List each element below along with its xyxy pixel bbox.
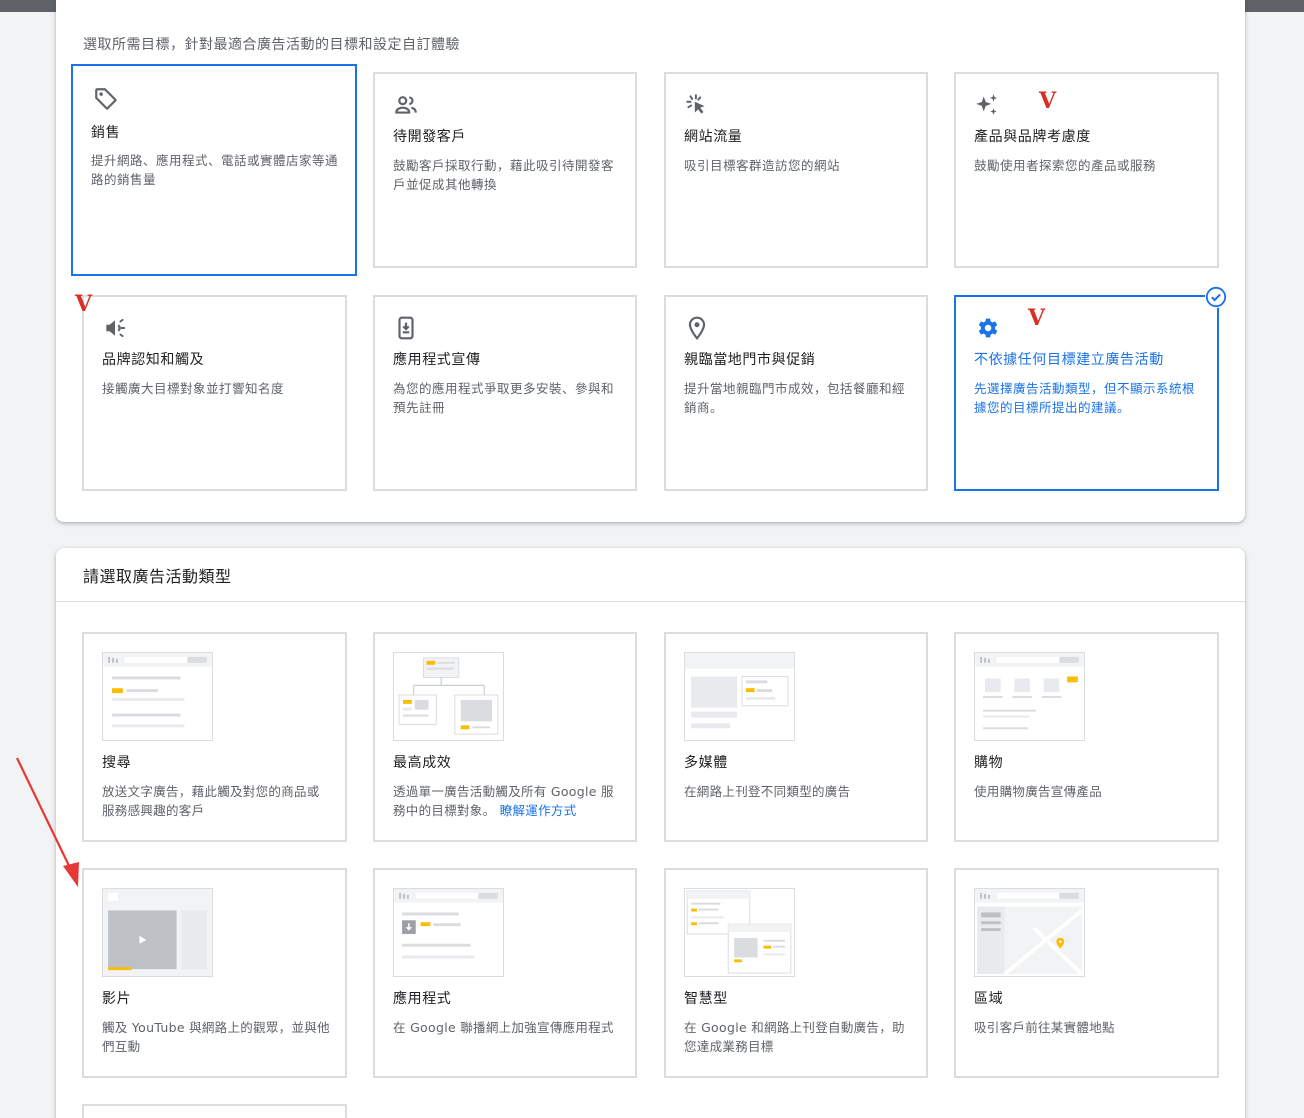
type-card-video[interactable]: 影片 觸及 YouTube 與網路上的觀眾，並與他們互動 bbox=[82, 868, 347, 1078]
goal-desc: 鼓勵客戶採取行動，藉此吸引待開發客戶並促成其他轉換 bbox=[393, 158, 615, 192]
tag-icon bbox=[95, 88, 117, 110]
learn-how-link[interactable]: 瞭解運作方式 bbox=[500, 803, 577, 818]
phone-download-icon bbox=[398, 316, 414, 340]
goal-caption: 選取所需目標，針對最適合廣告活動的目標和設定自訂體驗 bbox=[83, 37, 460, 53]
campaign-type-panel: 請選取廣告活動類型 搜尋 放送文字廣告，藉此觸及對您的商品或服務感興趣的客戶 最… bbox=[56, 548, 1245, 1118]
type-card-local[interactable]: 區域 吸引客戶前往某實體地點 bbox=[954, 868, 1219, 1078]
type-title: 購物 bbox=[974, 755, 1004, 771]
type-card-shopping[interactable]: 購物 使用購物廣告宣傳產品 bbox=[954, 632, 1219, 842]
goal-card-sales[interactable]: 銷售 提升網路、應用程式、電話或實體店家等通路的銷售量 bbox=[71, 64, 357, 276]
type-card-app[interactable]: 應用程式 在 Google 聯播網上加強宣傳應用程式 bbox=[373, 868, 637, 1078]
type-title: 搜尋 bbox=[102, 755, 132, 771]
gear-icon bbox=[978, 318, 998, 338]
type-title: 應用程式 bbox=[393, 991, 452, 1007]
goal-desc: 提升網路、應用程式、電話或實體店家等通路的銷售量 bbox=[91, 153, 339, 187]
goal-card-leads[interactable]: 待開發客戶 鼓勵客戶採取行動，藉此吸引待開發客戶並促成其他轉換 bbox=[373, 72, 637, 268]
goal-desc: 提升當地親臨門市成效，包括餐廳和經銷商。 bbox=[684, 381, 906, 415]
display-ad-illustration bbox=[684, 652, 795, 741]
type-title: 影片 bbox=[102, 991, 132, 1007]
check-circle-icon bbox=[1205, 286, 1227, 308]
shopping-ad-illustration bbox=[974, 652, 1085, 741]
goal-selection-panel: 選取所需目標，針對最適合廣告活動的目標和設定自訂體驗 銷售 提升網路、應用程式、… bbox=[56, 0, 1245, 522]
local-ad-illustration bbox=[974, 888, 1085, 977]
location-pin-icon bbox=[688, 316, 706, 340]
video-ad-illustration bbox=[102, 888, 213, 977]
type-title: 多媒體 bbox=[684, 755, 728, 771]
cursor-click-icon bbox=[686, 94, 705, 114]
goal-card-traffic[interactable]: 網站流量 吸引目標客群造訪您的網站 bbox=[664, 72, 928, 268]
goal-title: 應用程式宣傳 bbox=[393, 352, 481, 368]
goal-title: 品牌認知和觸及 bbox=[102, 352, 205, 368]
type-title: 智慧型 bbox=[684, 991, 728, 1007]
goal-card-local-store[interactable]: 親臨當地門市與促銷 提升當地親臨門市成效，包括餐廳和經銷商。 bbox=[664, 295, 928, 491]
goal-desc: 接觸廣大目標對象並打響知名度 bbox=[102, 381, 285, 396]
annotation-v-mark: V bbox=[75, 291, 93, 317]
people-icon bbox=[395, 96, 417, 114]
type-desc: 觸及 YouTube 與網路上的觀眾，並與他們互動 bbox=[102, 1020, 330, 1054]
goal-card-app-promotion[interactable]: 應用程式宣傳 為您的應用程式爭取更多安裝、參與和預先註冊 bbox=[373, 295, 637, 491]
panel-divider bbox=[56, 601, 1245, 602]
type-card-partial[interactable] bbox=[82, 1104, 347, 1118]
type-desc: 在 Google 聯播網上加強宣傳應用程式 bbox=[393, 1020, 614, 1035]
goal-desc: 為您的應用程式爭取更多安裝、參與和預先註冊 bbox=[393, 381, 615, 415]
megaphone-icon bbox=[106, 318, 126, 338]
type-desc: 透過單一廣告活動觸及所有 Google 服務中的目標對象。 瞭解運作方式 bbox=[393, 782, 621, 820]
goal-desc: 吸引目標客群造訪您的網站 bbox=[684, 158, 841, 173]
type-desc: 放送文字廣告，藉此觸及對您的商品或服務感興趣的客戶 bbox=[102, 784, 320, 818]
goal-card-consideration[interactable]: 產品與品牌考慮度 鼓勵使用者探索您的產品或服務 bbox=[954, 72, 1219, 268]
goal-title: 產品與品牌考慮度 bbox=[974, 129, 1091, 145]
goal-title: 待開發客戶 bbox=[393, 129, 466, 145]
goal-desc: 鼓勵使用者探索您的產品或服務 bbox=[974, 158, 1157, 173]
type-desc: 使用購物廣告宣傳產品 bbox=[974, 784, 1103, 799]
type-desc: 在網路上刊登不同類型的廣告 bbox=[684, 784, 851, 799]
annotation-arrow-icon bbox=[16, 757, 79, 887]
goal-title: 親臨當地門市與促銷 bbox=[684, 352, 816, 368]
performance-max-illustration bbox=[393, 652, 504, 741]
annotation-v-mark: V bbox=[1039, 88, 1057, 114]
goal-desc: 先選擇廣告活動類型，但不顯示系統根據您的目標所提出的建議。 bbox=[974, 381, 1196, 415]
campaign-type-title: 請選取廣告活動類型 bbox=[83, 567, 232, 586]
annotation-v-mark: V bbox=[1028, 305, 1046, 331]
goal-title: 銷售 bbox=[91, 125, 121, 141]
sparkle-icon bbox=[976, 94, 998, 115]
search-ad-illustration bbox=[102, 652, 213, 741]
smart-ad-illustration bbox=[684, 888, 795, 977]
goal-title: 不依據任何目標建立廣告活動 bbox=[974, 352, 1164, 368]
type-desc: 在 Google 和網路上刊登自動廣告，助您達成業務目標 bbox=[684, 1020, 905, 1054]
type-desc: 吸引客戶前往某實體地點 bbox=[974, 1020, 1115, 1035]
type-title: 區域 bbox=[974, 991, 1004, 1007]
type-card-display[interactable]: 多媒體 在網路上刊登不同類型的廣告 bbox=[664, 632, 928, 842]
type-card-smart[interactable]: 智慧型 在 Google 和網路上刊登自動廣告，助您達成業務目標 bbox=[664, 868, 928, 1078]
type-card-search[interactable]: 搜尋 放送文字廣告，藉此觸及對您的商品或服務感興趣的客戶 bbox=[82, 632, 347, 842]
goal-card-no-goal[interactable]: 不依據任何目標建立廣告活動 先選擇廣告活動類型，但不顯示系統根據您的目標所提出的… bbox=[954, 295, 1219, 491]
goal-title: 網站流量 bbox=[684, 129, 743, 145]
type-card-performance-max[interactable]: 最高成效 透過單一廣告活動觸及所有 Google 服務中的目標對象。 瞭解運作方… bbox=[373, 632, 637, 842]
goal-card-awareness[interactable]: 品牌認知和觸及 接觸廣大目標對象並打響知名度 bbox=[82, 295, 347, 491]
type-title: 最高成效 bbox=[393, 755, 452, 771]
app-ad-illustration bbox=[393, 888, 504, 977]
